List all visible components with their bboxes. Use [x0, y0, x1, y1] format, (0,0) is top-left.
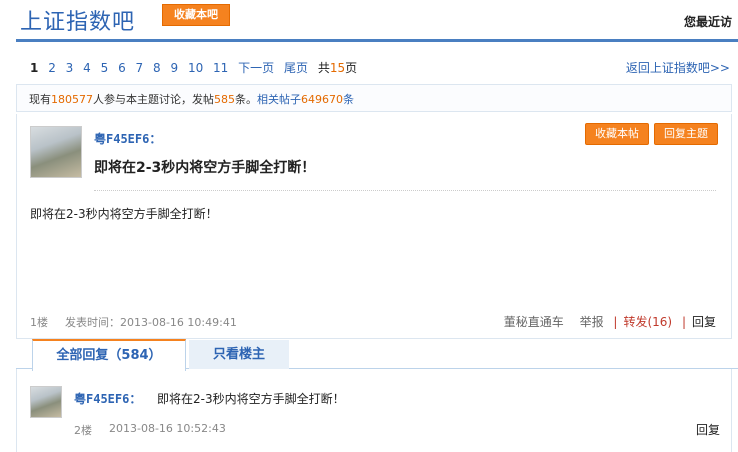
reply-floor: 2楼 — [74, 424, 92, 437]
page-link-3[interactable]: 3 — [66, 61, 74, 75]
reply-time: 2013-08-16 10:52:43 — [109, 422, 226, 435]
reply-topic-button[interactable]: 回复主题 — [654, 123, 718, 145]
post-username[interactable]: 粤F45EF6： — [94, 130, 161, 147]
recent-visits-label: 您最近访 — [683, 15, 732, 29]
page-link-10[interactable]: 10 — [188, 61, 203, 75]
last-page-link[interactable]: 尾页 — [284, 61, 308, 75]
avatar[interactable] — [30, 126, 82, 178]
favorite-bar-button[interactable]: 收藏本吧 — [162, 4, 230, 26]
page-link-6[interactable]: 6 — [118, 61, 126, 75]
page-link-8[interactable]: 8 — [153, 61, 161, 75]
next-page-link[interactable]: 下一页 — [238, 61, 274, 75]
post-actions: 董秘直通车 举报 | 转发(16) | 回复 — [503, 315, 716, 329]
page-link-7[interactable]: 7 — [136, 61, 144, 75]
floor-number: 1楼 — [30, 316, 48, 329]
dm-link[interactable]: 董秘直通车 — [504, 315, 564, 329]
back-to-bar-link[interactable]: 返回上证指数吧>> — [626, 59, 730, 76]
tab-all-replies[interactable]: 全部回复（584） — [32, 339, 186, 371]
post-content: 即将在2-3秒内将空方手脚全打断！ — [30, 207, 218, 221]
post-title: 即将在2-3秒内将空方手脚全打断！ — [94, 160, 316, 176]
page-link-1[interactable]: 1 — [30, 61, 38, 75]
post-time: 发表时间：2013-08-16 10:49:41 — [65, 316, 237, 329]
page-link-5[interactable]: 5 — [101, 61, 109, 75]
reply-link[interactable]: 回复 — [692, 315, 716, 329]
reply-text: 即将在2-3秒内将空方手脚全打断！ — [157, 392, 345, 406]
related-posts-link[interactable]: 相关帖子649670条 — [257, 93, 354, 106]
tab-owner-only[interactable]: 只看楼主 — [189, 340, 289, 369]
favorite-post-button[interactable]: 收藏本帖 — [585, 123, 649, 145]
stats-bar: 现有180577人参与本主题讨论，发帖585条。相关帖子649670条 — [16, 84, 732, 112]
post-count: 585 — [214, 93, 235, 106]
page-link-9[interactable]: 9 — [170, 61, 178, 75]
report-link[interactable]: 举报 — [580, 315, 604, 329]
avatar[interactable] — [30, 386, 62, 418]
reply-list — [16, 369, 732, 452]
repost-link[interactable]: 转发(16) — [623, 315, 672, 329]
reply-username[interactable]: 粤F45EF6： — [74, 390, 141, 407]
main-post — [16, 114, 732, 339]
divider — [94, 190, 716, 191]
reply-button[interactable]: 回复 — [696, 421, 720, 438]
page-link-4[interactable]: 4 — [83, 61, 91, 75]
total-pages: 共15页 — [317, 61, 358, 75]
pagination: 1 2 3 4 5 6 7 8 9 10 11 下一页 尾页 共15页 — [30, 59, 363, 76]
stats-text: 现有180577人参与本主题讨论，发帖585条。相关帖子649670条 — [29, 93, 354, 106]
page-link-11[interactable]: 11 — [213, 61, 228, 75]
header-divider — [16, 39, 738, 42]
page-title[interactable]: 上证指数吧 — [20, 4, 135, 36]
participant-count: 180577 — [51, 93, 93, 106]
page-link-2[interactable]: 2 — [48, 61, 56, 75]
